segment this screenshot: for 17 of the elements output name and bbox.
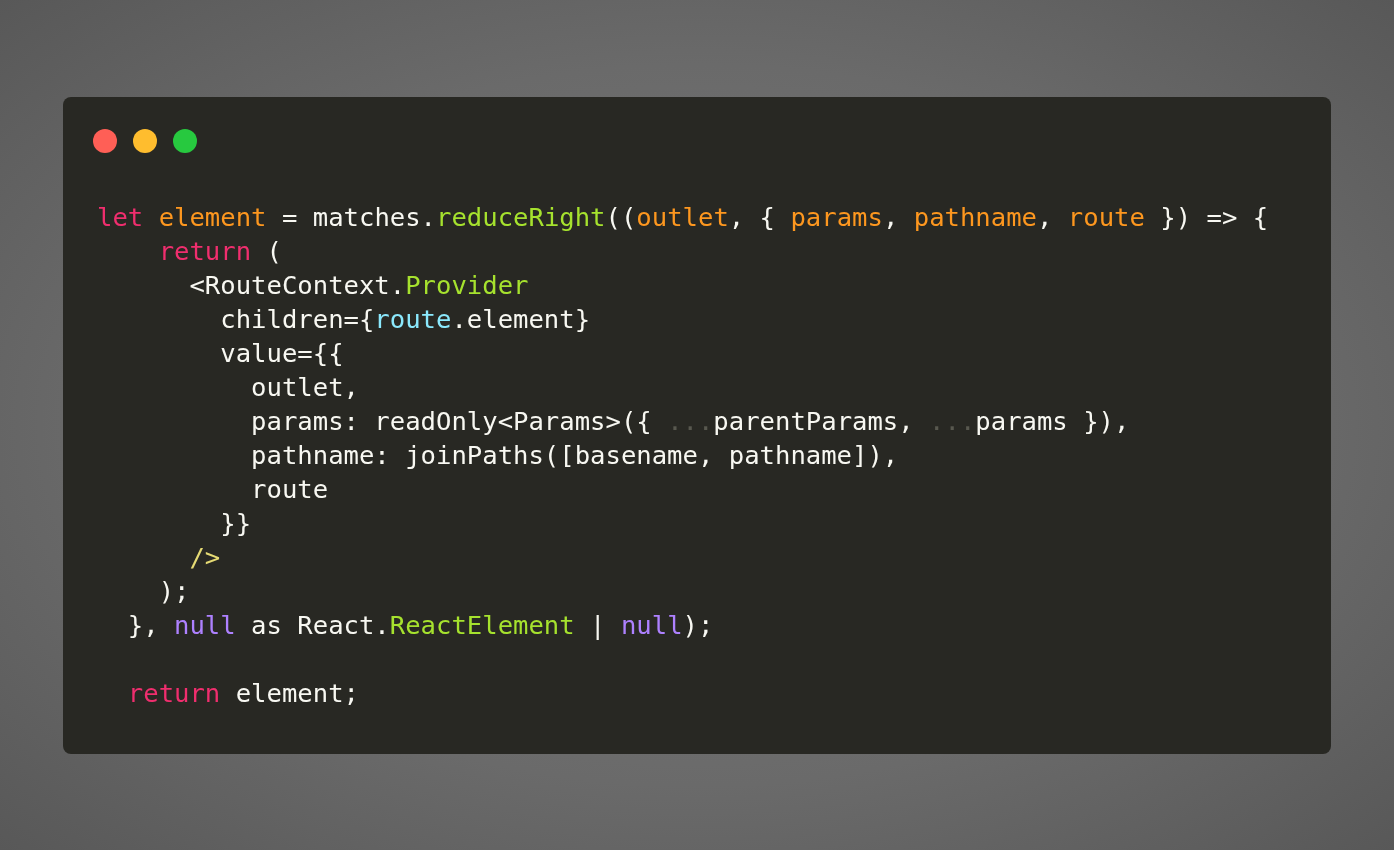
window-control-icon <box>93 129 117 153</box>
code-line: return ( <box>157 235 282 268</box>
code-line: ); <box>157 575 190 608</box>
code-line: return element; <box>126 677 359 710</box>
code-line: value={{ <box>219 337 344 370</box>
code-line: <RouteContext.Provider <box>188 269 529 302</box>
code-line: route <box>250 473 329 506</box>
code-line: let element = matches.reduceRight((outlet, { params, pathname, route }) => { <box>97 201 1269 234</box>
code-line: outlet, <box>250 371 359 404</box>
code-line: children={route.element} <box>219 303 591 336</box>
code-line: params: readOnly<Params>({ ...parentParams, ...params }), <box>250 405 1130 438</box>
code-line: /> <box>188 541 221 574</box>
window-control-icon <box>133 129 157 153</box>
code-line: pathname: joinPaths([basename, pathname]), <box>250 439 899 472</box>
code-line: }} <box>219 507 252 540</box>
code-line: }, null as React.ReactElement | null); <box>126 609 714 642</box>
window-control-icon <box>173 129 197 153</box>
